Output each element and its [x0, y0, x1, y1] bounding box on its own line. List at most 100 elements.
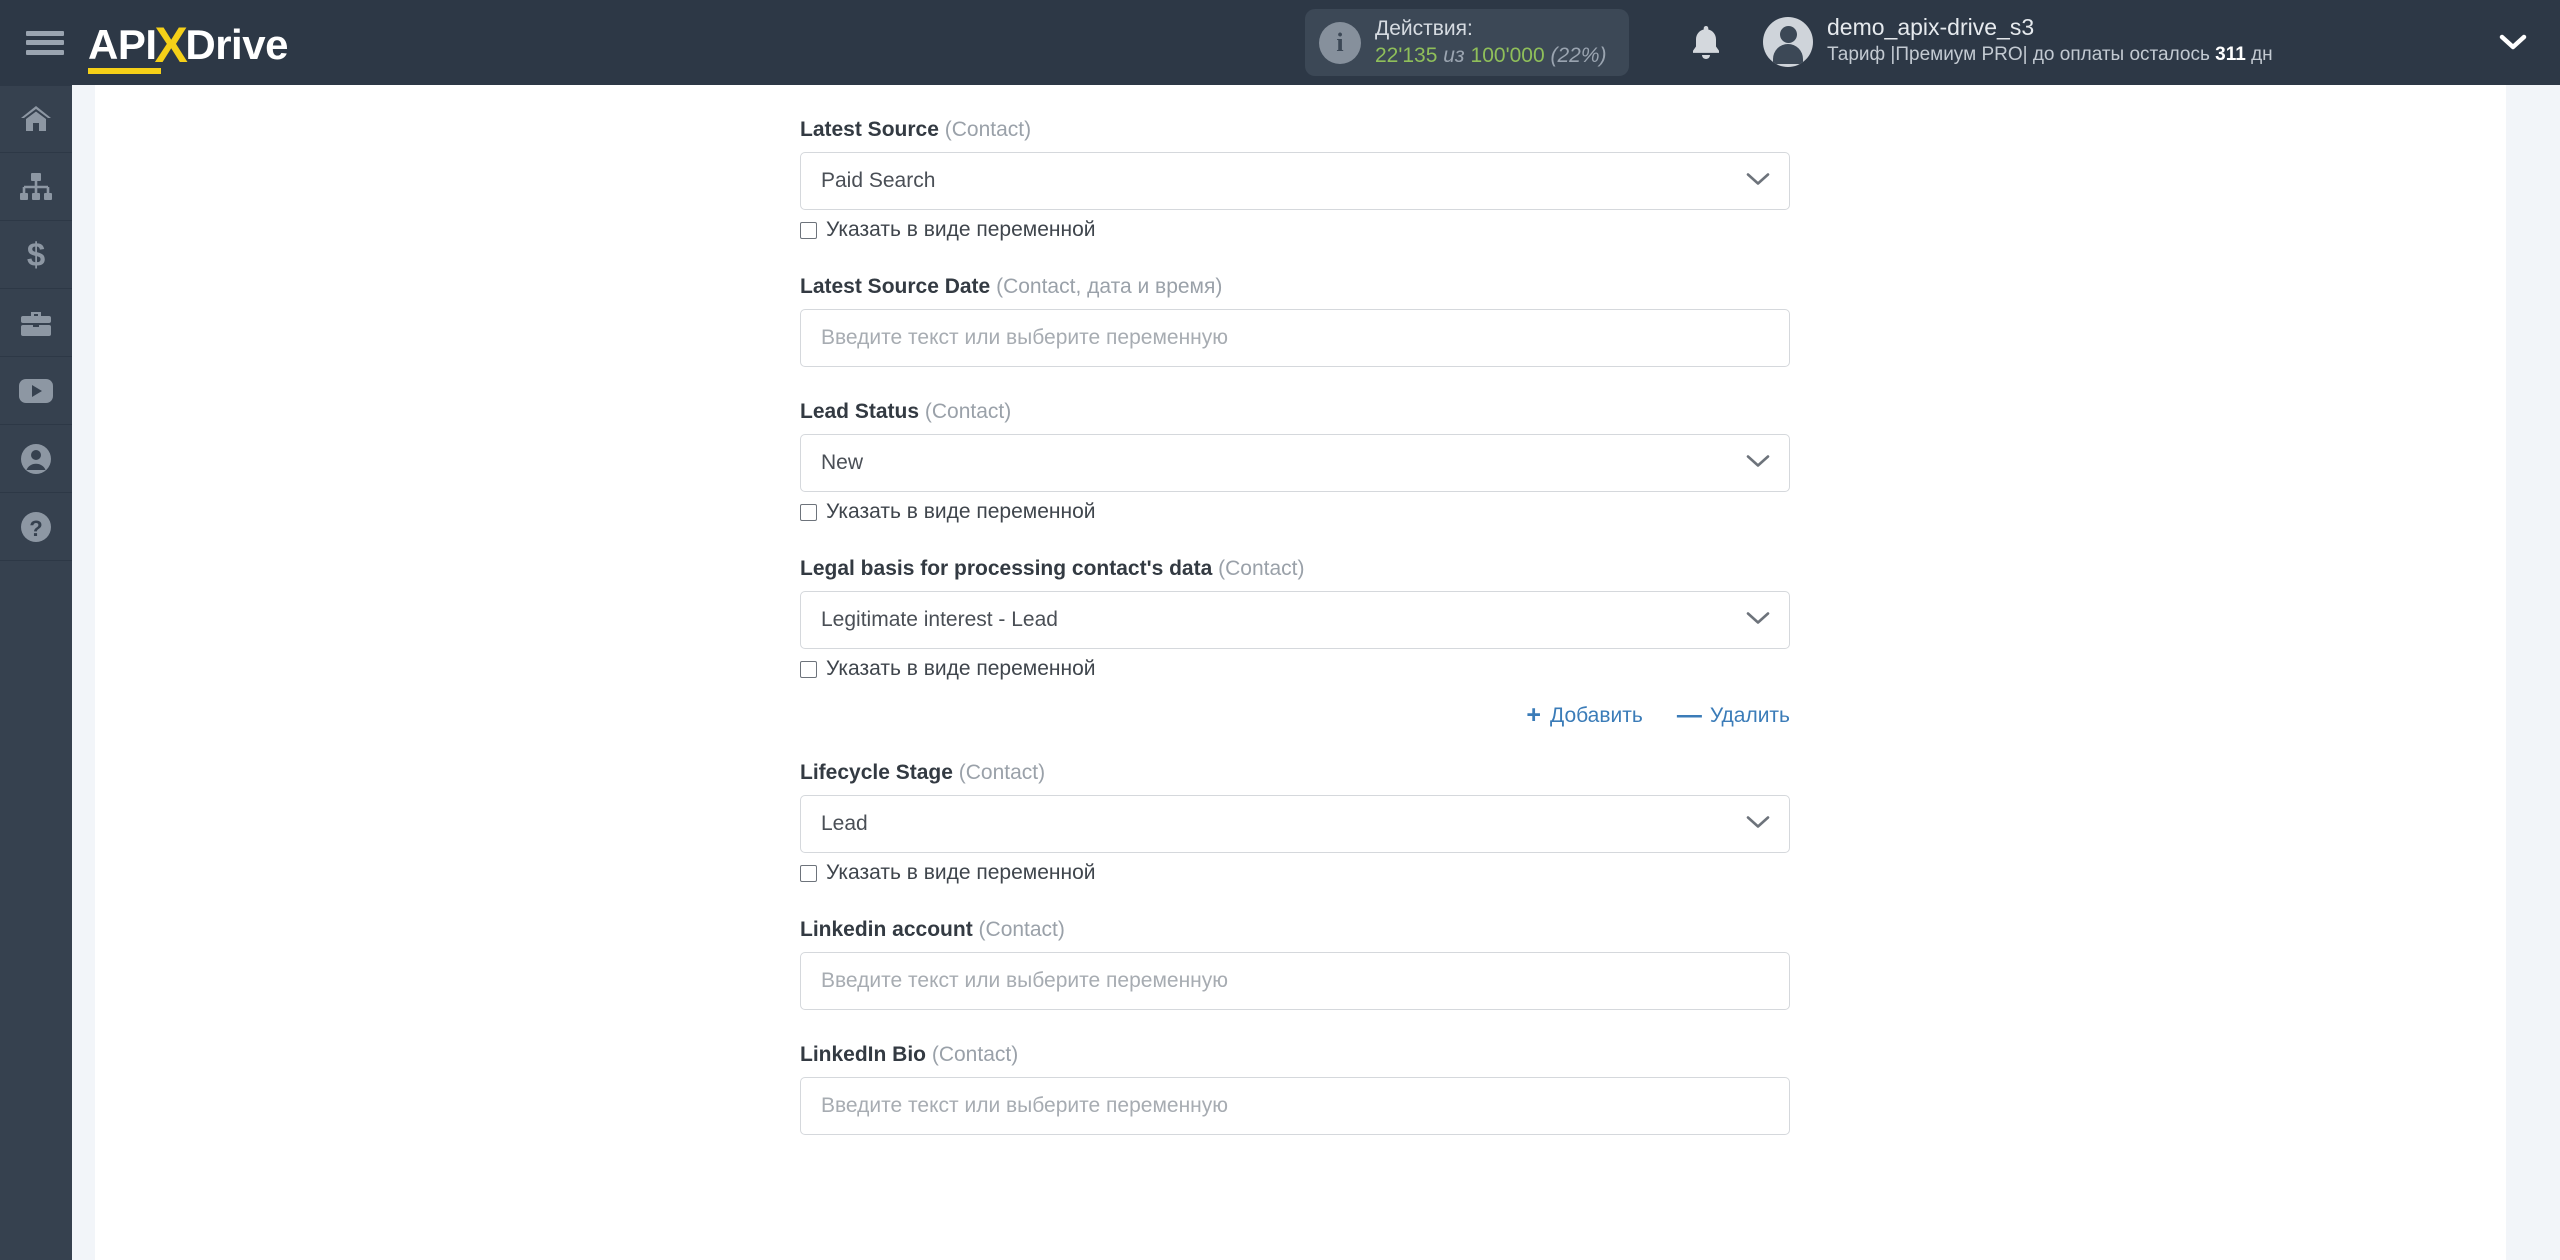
user-info[interactable]: demo_apix-drive_s3 Тариф |Премиум PRO| д…	[1827, 13, 2273, 68]
main-content-panel: Latest Source (Contact) Paid Search Указ…	[735, 85, 2506, 1260]
sidebar-item-billing[interactable]: $	[0, 221, 72, 289]
chevron-down-icon	[1745, 814, 1771, 835]
variable-checkbox-label: Указать в виде переменной	[826, 500, 1096, 523]
field-lead-status: Lead Status (Contact) New Указать в виде…	[800, 400, 1790, 524]
field-label: Lifecycle Stage (Contact)	[800, 761, 1790, 785]
add-button-label: Добавить	[1550, 703, 1643, 727]
chevron-down-icon	[1745, 453, 1771, 474]
field-label: Latest Source Date (Contact, дата и врем…	[800, 275, 1790, 299]
sitemap-icon	[18, 172, 54, 202]
field-text-input[interactable]: Введите текст или выберите переменную	[800, 952, 1790, 1010]
field-label: Latest Source (Contact)	[800, 118, 1790, 142]
app-header: API X Drive i Действия: 22'135 из 100'000 …	[0, 0, 2560, 85]
field-linkedin-account: Linkedin account (Contact) Введите текст…	[800, 918, 1790, 1010]
user-plan-suffix: дн	[2245, 43, 2273, 65]
avatar-head	[1779, 26, 1797, 43]
variable-checkbox-row[interactable]: Указать в виде переменной	[800, 861, 1790, 885]
hamburger-bar	[26, 40, 64, 45]
sidebar-item-connections[interactable]	[0, 153, 72, 221]
field-entity: (Contact)	[931, 1043, 1019, 1066]
sidebar-item-video[interactable]	[0, 357, 72, 425]
field-label-text: Lead Status	[800, 400, 920, 423]
briefcase-icon	[19, 308, 53, 338]
field-label-text: Latest Source	[800, 118, 939, 141]
field-legal-basis: Legal basis for processing contact's dat…	[800, 557, 1790, 681]
minus-icon: —	[1676, 701, 1702, 729]
bell-icon[interactable]	[1688, 24, 1724, 62]
field-select[interactable]: Paid Search	[800, 152, 1790, 210]
field-placeholder: Введите текст или выберите переменную	[821, 1094, 1229, 1117]
variable-checkbox-label: Указать в виде переменной	[826, 218, 1096, 241]
field-entity: (Contact)	[958, 761, 1046, 784]
user-avatar-icon[interactable]	[1763, 17, 1813, 67]
field-label: Legal basis for processing contact's dat…	[800, 557, 1790, 581]
hamburger-icon[interactable]	[22, 26, 68, 60]
field-entity: (Contact)	[978, 918, 1065, 941]
field-label-text: Legal basis for processing contact's dat…	[800, 557, 1213, 580]
field-label: Lead Status (Contact)	[800, 400, 1790, 424]
chevron-down-icon	[1745, 171, 1771, 192]
chevron-down-icon[interactable]	[2499, 33, 2527, 56]
field-lifecycle-stage: Lifecycle Stage (Contact) Lead Указать в…	[800, 761, 1790, 885]
variable-checkbox[interactable]	[800, 660, 817, 678]
field-select[interactable]: New	[800, 434, 1790, 492]
field-label-text: Lifecycle Stage	[800, 761, 953, 784]
actions-quota-counts: 22'135 из 100'000 (22%)	[1375, 43, 1607, 69]
field-placeholder: Введите текст или выберите переменную	[821, 326, 1229, 349]
field-entity: (Contact)	[1218, 557, 1305, 580]
home-icon	[19, 104, 53, 134]
field-select[interactable]: Lead	[800, 795, 1790, 853]
variable-checkbox-label: Указать в виде переменной	[826, 861, 1096, 884]
variable-checkbox-row[interactable]: Указать в виде переменной	[800, 500, 1790, 524]
sidebar-item-business[interactable]	[0, 289, 72, 357]
delete-button[interactable]: — Удалить	[1677, 703, 1790, 728]
add-delete-row: + Добавить — Удалить	[800, 703, 1790, 728]
field-entity: (Contact)	[944, 118, 1032, 141]
question-circle-icon: ?	[20, 511, 52, 543]
actions-percent: (22%)	[1550, 43, 1607, 67]
field-label: Linkedin account (Contact)	[800, 918, 1790, 942]
field-select[interactable]: Legitimate interest - Lead	[800, 591, 1790, 649]
sidebar-item-home[interactable]	[0, 85, 72, 153]
field-linkedin-bio: LinkedIn Bio (Contact) Введите текст или…	[800, 1043, 1790, 1135]
field-value: New	[821, 451, 864, 474]
field-text-input[interactable]: Введите текст или выберите переменную	[800, 309, 1790, 367]
left-sidebar: $ ?	[0, 85, 72, 1260]
plus-icon: +	[1526, 701, 1541, 729]
field-value: Legitimate interest - Lead	[821, 608, 1058, 631]
actions-used: 22'135	[1375, 43, 1438, 67]
delete-button-label: Удалить	[1709, 703, 1790, 727]
info-icon: i	[1319, 21, 1361, 64]
sidebar-item-help[interactable]: ?	[0, 493, 72, 561]
hamburger-bar	[26, 49, 64, 55]
youtube-icon	[18, 378, 54, 404]
user-circle-icon	[20, 443, 52, 475]
field-label-text: LinkedIn Bio	[800, 1043, 926, 1066]
hamburger-bar	[26, 30, 64, 36]
logo-part-drive: Drive	[185, 21, 288, 68]
sidebar-item-account[interactable]	[0, 425, 72, 493]
variable-checkbox[interactable]	[800, 864, 817, 882]
field-value: Paid Search	[821, 169, 936, 192]
actions-quota-badge[interactable]: i Действия: 22'135 из 100'000 (22%)	[1305, 9, 1629, 76]
user-name: demo_apix-drive_s3	[1827, 14, 2035, 40]
user-plan: Тариф |Премиум PRO| до оплаты осталось 3…	[1827, 43, 2273, 68]
user-plan-prefix: Тариф |Премиум PRO| до оплаты осталось	[1827, 43, 2216, 65]
field-text-input[interactable]: Введите текст или выберите переменную	[800, 1077, 1790, 1135]
variable-checkbox[interactable]	[800, 221, 817, 239]
avatar-body	[1773, 44, 1803, 64]
actions-quota-text: Действия: 22'135 из 100'000 (22%)	[1375, 16, 1607, 69]
variable-checkbox-row[interactable]: Указать в виде переменной	[800, 218, 1790, 242]
add-button[interactable]: + Добавить	[1526, 703, 1642, 728]
variable-checkbox[interactable]	[800, 503, 817, 521]
variable-checkbox-row[interactable]: Указать в виде переменной	[800, 657, 1790, 681]
chevron-down-icon	[1745, 610, 1771, 631]
app-logo[interactable]: API X Drive	[88, 17, 288, 74]
dollar-icon: $	[24, 238, 48, 272]
